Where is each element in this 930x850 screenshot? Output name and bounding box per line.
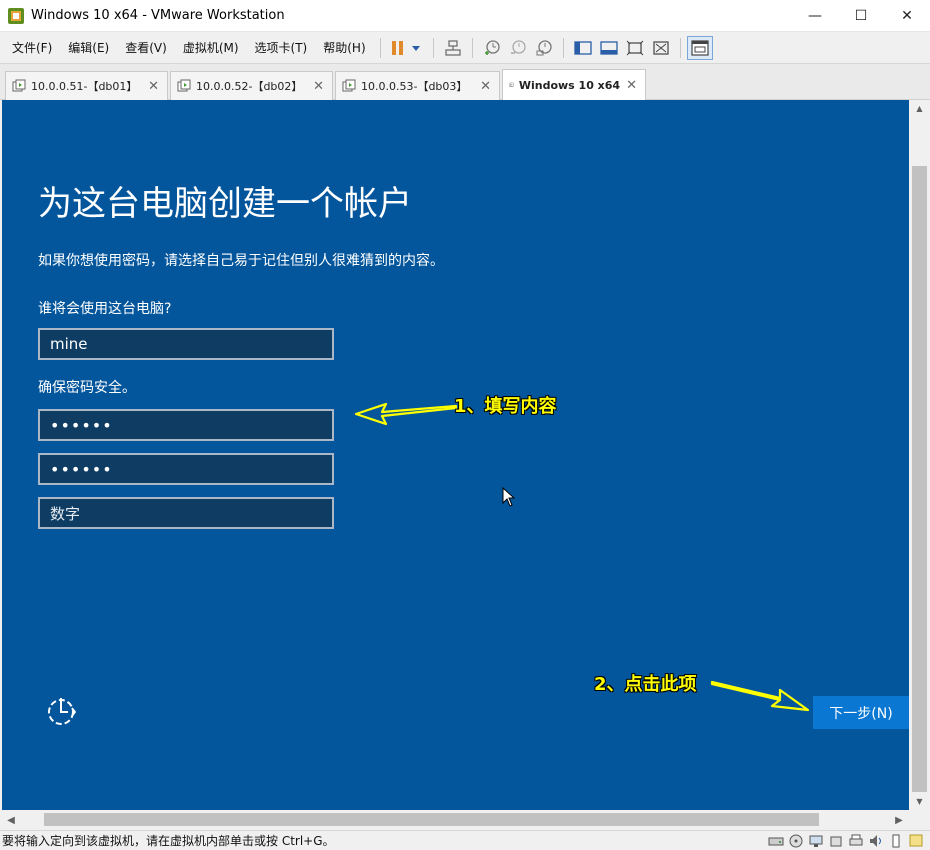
sound-icon[interactable] xyxy=(868,833,884,849)
maximize-button[interactable]: ☐ xyxy=(838,0,884,32)
confirm-password-value: •••••• xyxy=(50,459,113,479)
scroll-right-icon[interactable]: ▶ xyxy=(890,810,908,830)
snapshot-manager-button[interactable] xyxy=(531,36,557,60)
usb-icon[interactable] xyxy=(828,833,844,849)
cd-rom-icon[interactable] xyxy=(788,833,804,849)
toolbar-separator xyxy=(679,37,681,58)
toolbar-separator xyxy=(379,37,381,58)
password-value: •••••• xyxy=(50,415,113,435)
vm-tab-icon xyxy=(177,79,191,92)
console-view-button[interactable] xyxy=(686,35,713,60)
password-field[interactable]: •••••• xyxy=(38,409,334,441)
next-button[interactable]: 下一步(N) xyxy=(813,696,909,729)
tab-close-icon[interactable]: ✕ xyxy=(313,79,324,94)
snapshot-revert-button[interactable] xyxy=(505,36,531,60)
scroll-up-icon[interactable]: ▲ xyxy=(909,100,930,117)
thumbnail-bar-button[interactable] xyxy=(596,36,622,60)
confirm-password-field[interactable]: •••••• xyxy=(38,453,334,485)
menu-tabs[interactable]: 选项卡(T) xyxy=(247,39,316,56)
vertical-scrollbar[interactable]: ▲ ▼ xyxy=(909,100,930,810)
tab-db03[interactable]: 10.0.0.53-【db03】 ✕ xyxy=(335,71,500,100)
unity-icon xyxy=(653,40,669,55)
menu-vm[interactable]: 虚拟机(M) xyxy=(175,39,247,56)
network-adapter-icon[interactable] xyxy=(808,833,824,849)
clock-icon xyxy=(484,39,500,55)
printer-icon[interactable] xyxy=(848,833,864,849)
unity-button[interactable] xyxy=(648,36,674,60)
hard-disk-icon[interactable] xyxy=(768,833,784,849)
minimize-button[interactable]: — xyxy=(792,0,838,32)
toolbar-separator xyxy=(562,37,564,58)
scroll-left-icon[interactable]: ◀ xyxy=(2,810,20,830)
username-value: mine xyxy=(50,335,88,353)
tab-label: 10.0.0.51-【db01】 xyxy=(31,80,138,93)
vm-tab-icon xyxy=(342,79,356,92)
send-ctrl-alt-del-button[interactable] xyxy=(440,36,466,60)
clock-back-icon xyxy=(510,39,526,54)
mouse-cursor-icon xyxy=(502,487,516,507)
library-icon xyxy=(573,40,592,55)
menu-bar: 文件(F) 编辑(E) 查看(V) 虚拟机(M) 选项卡(T) 帮助(H) xyxy=(0,32,930,64)
password-label: 确保密码安全。 xyxy=(38,380,136,396)
scroll-down-icon[interactable]: ▼ xyxy=(909,793,930,810)
annotation-arrow-2 xyxy=(710,680,810,712)
menu-help[interactable]: 帮助(H) xyxy=(315,39,373,56)
suspend-button[interactable] xyxy=(387,36,427,60)
page-title: 为这台电脑创建一个帐户 xyxy=(38,184,412,224)
username-label: 谁将会使用这台电脑? xyxy=(38,301,172,317)
tab-label: 10.0.0.52-【db02】 xyxy=(196,80,303,93)
annotation-step-2: 2、点击此项 xyxy=(594,674,697,695)
annotation-step-1: 1、填写内容 xyxy=(454,396,557,417)
menu-edit[interactable]: 编辑(E) xyxy=(60,39,117,56)
fullscreen-icon xyxy=(626,40,643,55)
menu-file[interactable]: 文件(F) xyxy=(0,39,60,56)
window-title: Windows 10 x64 - VMware Workstation xyxy=(31,8,285,23)
status-bar: 要将输入定向到该虚拟机，请在虚拟机内部单击或按 Ctrl+G。 xyxy=(0,830,930,850)
thumbnail-icon xyxy=(599,40,618,55)
vm-tab-icon xyxy=(509,82,514,87)
clock-manager-icon xyxy=(536,39,552,55)
annotation-arrow-1 xyxy=(354,402,458,426)
tab-db01[interactable]: 10.0.0.51-【db01】 ✕ xyxy=(5,71,168,100)
status-text: 要将输入定向到该虚拟机，请在虚拟机内部单击或按 Ctrl+G。 xyxy=(2,834,335,848)
password-hint-field[interactable]: 数字 xyxy=(38,497,334,529)
ease-of-access-icon[interactable] xyxy=(44,694,78,728)
title-bar: Windows 10 x64 - VMware Workstation — ☐ … xyxy=(0,0,930,32)
password-hint-value: 数字 xyxy=(50,504,81,523)
horizontal-scrollbar[interactable]: ◀ ▶ xyxy=(0,810,930,830)
show-library-button[interactable] xyxy=(570,36,596,60)
network-icon xyxy=(445,39,461,56)
tab-db02[interactable]: 10.0.0.52-【db02】 ✕ xyxy=(170,71,333,100)
horizontal-scroll-thumb[interactable] xyxy=(44,813,819,826)
tab-label: Windows 10 x64 xyxy=(518,78,621,92)
vm-tab-strip: 10.0.0.51-【db01】 ✕ 10.0.0.52-【db02】 ✕ 10… xyxy=(0,64,930,100)
tab-close-icon[interactable]: ✕ xyxy=(148,79,159,94)
close-button[interactable]: ✕ xyxy=(884,0,930,32)
vertical-scroll-thumb[interactable] xyxy=(912,166,927,792)
tab-label: 10.0.0.53-【db03】 xyxy=(361,80,468,93)
toolbar-separator xyxy=(471,37,473,58)
page-subtitle: 如果你想使用密码，请选择自己易于记住但别人很难猜到的内容。 xyxy=(38,253,444,269)
display-icon[interactable] xyxy=(888,833,904,849)
tab-close-icon[interactable]: ✕ xyxy=(480,79,491,94)
vm-console[interactable]: 为这台电脑创建一个帐户 如果你想使用密码，请选择自己易于记住但别人很难猜到的内容… xyxy=(2,100,909,810)
vmware-app-icon xyxy=(8,7,24,24)
message-icon[interactable] xyxy=(908,833,924,849)
username-field[interactable]: mine xyxy=(38,328,334,360)
tab-close-icon[interactable]: ✕ xyxy=(626,78,637,93)
tab-windows-10[interactable]: Windows 10 x64 ✕ xyxy=(502,69,646,100)
snapshot-take-button[interactable] xyxy=(479,36,505,60)
vm-tab-icon xyxy=(12,79,26,92)
menu-view[interactable]: 查看(V) xyxy=(117,39,175,56)
full-screen-button[interactable] xyxy=(622,36,648,60)
toolbar-separator xyxy=(432,37,434,58)
console-view-icon xyxy=(691,39,709,56)
pause-icon xyxy=(391,40,420,55)
